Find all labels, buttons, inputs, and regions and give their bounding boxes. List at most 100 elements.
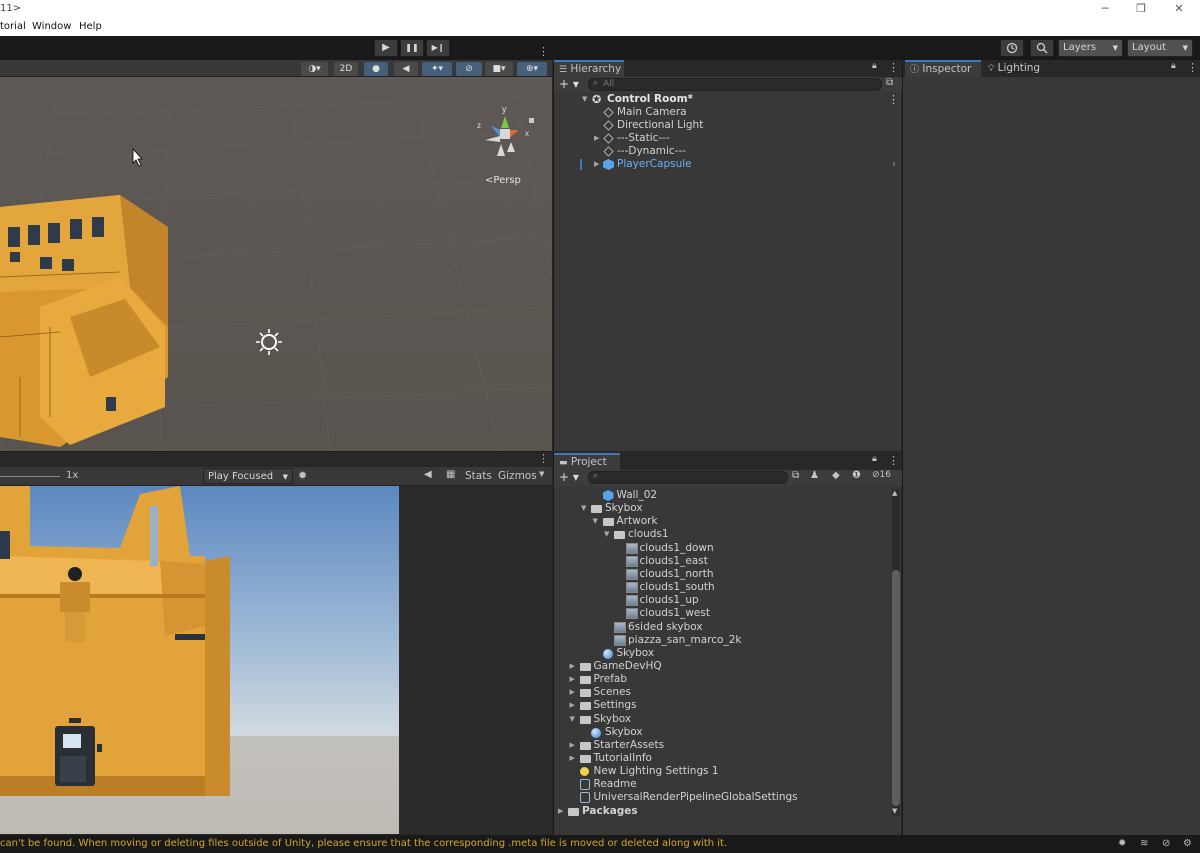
project-row[interactable]: ▼ Artwork [554,515,892,528]
kebab-menu-icon[interactable]: ⋮ [1187,61,1198,74]
search-scope-icon[interactable]: ⧉ [792,470,799,481]
project-row[interactable]: ▶ StarterAssets [554,739,892,752]
bug-icon[interactable]: ✹ [298,469,307,482]
kebab-menu-icon[interactable]: ⋮ [888,61,899,74]
expand-arrow-icon[interactable]: ▶ [570,699,575,712]
project-row[interactable]: Readme [554,778,892,791]
menu-tutorial[interactable]: torial [0,21,26,32]
expand-arrow-icon[interactable]: ▶ [570,686,575,699]
label-icon[interactable]: ◆ [832,470,840,481]
project-row[interactable]: piazza_san_marco_2k [554,634,892,647]
scene-row[interactable]: ▼ ✪ Control Room* ⋮ [554,93,902,106]
project-row[interactable]: ▶ Packages [554,805,892,818]
project-row[interactable]: ▶ Scenes [554,686,892,699]
filter-type-icon[interactable]: ♟ [810,470,819,481]
step-button[interactable]: ▶❙ [426,39,450,57]
layers-dropdown[interactable]: Layers ▼ [1058,39,1123,57]
menu-window[interactable]: Window [32,21,71,32]
play-button[interactable]: ▶ [374,39,398,57]
project-row[interactable]: Wall_02 [554,489,892,502]
shading-mode-button[interactable]: ◑▾ [301,62,328,76]
camera-dropdown[interactable]: ■▾ [485,62,513,76]
scene-viewport[interactable]: y x z <Persp [0,77,552,451]
project-row[interactable]: ▶ TutorialInfo [554,752,892,765]
project-row[interactable]: UniversalRenderPipelineGlobalSettings [554,791,892,804]
collapse-arrow-icon[interactable]: ▼ [593,515,598,528]
play-mode-dropdown[interactable]: Play Focused ▼ [203,468,293,484]
minimize-button[interactable]: ─ [1095,2,1115,16]
expand-arrow-icon[interactable]: ▶ [594,132,599,145]
chevron-down-icon[interactable]: ▼ [539,470,544,478]
audio-toggle[interactable]: ◀ [394,62,418,76]
history-button[interactable] [1000,39,1024,57]
close-button[interactable]: ✕ [1169,2,1189,16]
lock-icon[interactable]: 🔒︎ [872,61,877,71]
project-row[interactable]: ▼ Skybox [554,502,892,515]
visibility-toggle[interactable]: ⊘ [456,62,482,76]
project-row[interactable]: clouds1_south [554,581,892,594]
scroll-up-icon[interactable]: ▲ [892,489,897,497]
gizmos-button[interactable]: Gizmos [498,470,537,482]
pause-button[interactable]: ❚❚ [400,39,424,57]
hierarchy-search[interactable]: ⌕ All [588,78,882,91]
expand-arrow-icon[interactable]: ▶ [594,158,599,171]
tab-hierarchy[interactable]: ☰ Hierarchy [554,60,624,77]
restore-button[interactable]: ❐ [1131,2,1151,16]
project-row[interactable]: clouds1_north [554,568,892,581]
expand-arrow-icon[interactable]: ▶ [570,739,575,752]
project-row[interactable]: Skybox [554,726,892,739]
lighting-toggle[interactable]: ● [364,62,388,76]
tab-inspector[interactable]: ⓘ Inspector [905,60,981,77]
gizmos-dropdown[interactable]: ⊕▾ [517,62,547,76]
kebab-menu-icon[interactable]: ⋮ [888,93,899,106]
speaker-icon[interactable]: ◀ [424,469,432,480]
collapse-arrow-icon[interactable]: ▼ [581,502,586,515]
scale-slider[interactable] [0,476,60,477]
2d-toggle[interactable]: 2D [334,62,358,76]
grid-icon[interactable]: ▦ [446,469,455,480]
hierarchy-item-selected[interactable]: ▶ PlayerCapsule › [554,158,902,171]
hierarchy-item[interactable]: Directional Light [554,119,902,132]
hierarchy-item[interactable]: ---Dynamic--- [554,145,902,158]
hierarchy-item[interactable]: Main Camera [554,106,902,119]
project-row[interactable]: New Lighting Settings 1 [554,765,892,778]
scroll-down-icon[interactable]: ▼ [892,807,897,815]
layout-dropdown[interactable]: Layout ▼ [1127,39,1193,57]
project-row[interactable]: clouds1_down [554,542,892,555]
project-scrollbar-thumb[interactable] [892,570,900,806]
effects-dropdown[interactable]: ✦▾ [422,62,452,76]
expand-arrow-icon[interactable]: ▶ [570,660,575,673]
add-icon[interactable]: + ▾ [559,470,579,484]
stats-button[interactable]: Stats [465,470,492,482]
kebab-menu-icon[interactable]: ⋮ [538,452,549,465]
project-row[interactable]: ▶ Prefab [554,673,892,686]
project-row[interactable]: ▼ clouds1 [554,528,892,541]
project-row[interactable]: ▶ GameDevHQ [554,660,892,673]
search-button[interactable] [1030,39,1054,57]
game-viewport[interactable] [0,486,399,834]
menu-help[interactable]: Help [79,21,102,32]
auto-generate-icon[interactable]: ⊘ [1162,835,1170,853]
tab-lighting[interactable]: 💡︎ Lighting [983,60,1053,77]
collapse-arrow-icon[interactable]: ▼ [570,713,575,726]
lock-icon[interactable]: 🔒︎ [1171,61,1176,71]
hidden-packages-icon[interactable]: ⊘16 [872,470,891,480]
project-row[interactable]: Skybox [554,647,892,660]
project-search[interactable]: ⌕ [588,471,788,484]
settings-icon[interactable]: ⚙ [1183,835,1192,853]
expand-arrow-icon[interactable]: ▶ [558,805,563,818]
project-row[interactable]: clouds1_up [554,594,892,607]
project-row[interactable]: 6sided skybox [554,621,892,634]
project-row[interactable]: ▶ Settings [554,699,892,712]
lock-icon[interactable]: 🔒︎ [872,454,877,464]
collapse-arrow-icon[interactable]: ▼ [604,528,609,541]
chevron-right-icon[interactable]: › [892,158,896,171]
add-icon[interactable]: + ▾ [559,77,579,91]
expand-arrow-icon[interactable]: ▶ [570,752,575,765]
project-row[interactable]: ▼ Skybox [554,713,892,726]
console-message[interactable]: can't be found. When moving or deleting … [0,835,727,853]
kebab-menu-icon[interactable]: ⋮ [538,45,549,58]
stack-icon[interactable]: ≋ [1140,835,1148,853]
kebab-menu-icon[interactable]: ⋮ [888,454,899,467]
scene-visibility-icon[interactable]: ⧉ [886,77,893,88]
